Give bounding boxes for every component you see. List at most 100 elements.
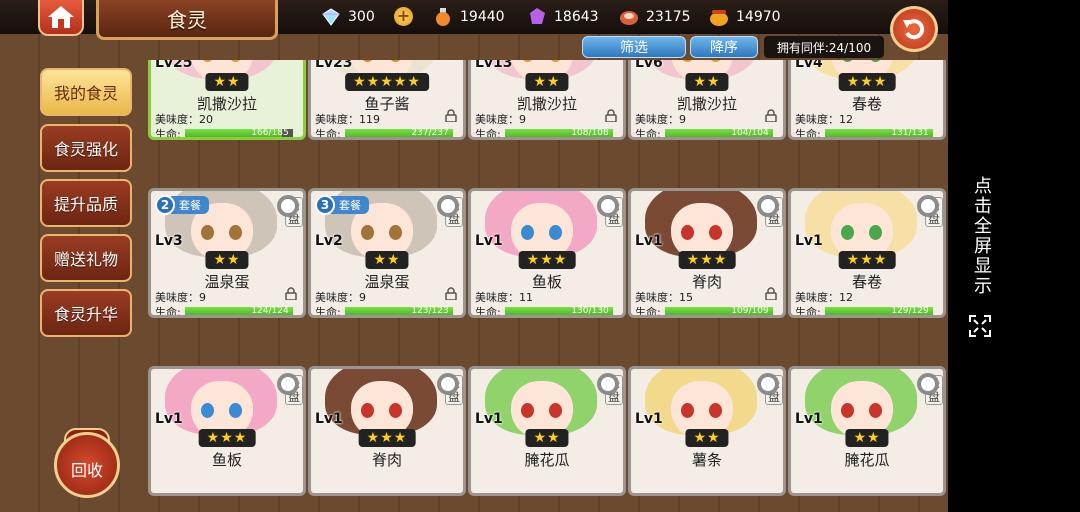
- meat-icon: [620, 11, 638, 25]
- star-rating: ★★★: [518, 251, 576, 269]
- taste-value: 美味度：11: [475, 291, 533, 304]
- hp-bar: 109/109: [664, 305, 773, 316]
- star-rating: ★★: [205, 73, 249, 91]
- hp-bar: 124/124: [184, 305, 293, 316]
- card-level: Lv1: [315, 411, 343, 427]
- food-soul-card[interactable]: 头盘Lv1★★★鱼板: [148, 366, 306, 496]
- card-name: 腌花瓜: [844, 451, 890, 469]
- star-rating: ★★: [685, 429, 729, 447]
- nav-ascend[interactable]: 食灵升华: [40, 289, 132, 337]
- card-level: Lv1: [475, 411, 503, 427]
- home-icon: [48, 6, 74, 28]
- hp-bar: 108/108: [504, 127, 613, 138]
- card-level: Lv1: [635, 233, 663, 249]
- food-soul-card[interactable]: 头盘Lv4★★★春卷美味度：12生命:131/131: [788, 60, 946, 140]
- lock-icon: [605, 109, 617, 122]
- hp-text: 237/237: [411, 127, 449, 138]
- fullscreen-hint[interactable]: 点击全屏显示: [968, 176, 994, 296]
- nav-upgrade-quality[interactable]: 提升品质: [40, 179, 132, 227]
- hp-text: 166/185: [251, 127, 289, 138]
- hp-label: 生命:: [155, 128, 181, 140]
- select-circle[interactable]: [917, 373, 939, 395]
- hp-row: 生命: 130/130: [475, 304, 613, 318]
- nav-gift[interactable]: 赠送礼物: [40, 234, 132, 282]
- food-soul-card[interactable]: 头盘Lv1★★★脊肉: [308, 366, 466, 496]
- nav-my-food-souls[interactable]: 我的食灵: [40, 68, 132, 116]
- taste-value: 美味度：119: [315, 113, 380, 126]
- add-crystal-button[interactable]: +: [394, 7, 413, 26]
- hp-row: 生命: 166/185: [155, 126, 293, 140]
- food-soul-card[interactable]: 头盘2套餐Lv3★★温泉蛋美味度：9生命:124/124: [148, 188, 306, 318]
- hp-label: 生命:: [315, 128, 341, 140]
- hp-bar: 131/131: [824, 128, 933, 137]
- lock-icon: [765, 109, 777, 122]
- select-circle[interactable]: [597, 373, 619, 395]
- hp-label: 生命:: [475, 306, 501, 318]
- food-soul-card[interactable]: 头盘Lv6★★凯撒沙拉美味度：9生命:104/104: [628, 60, 786, 140]
- hp-text: 123/123: [411, 305, 449, 316]
- recycle-button[interactable]: 回收: [54, 432, 120, 498]
- potion-icon: [436, 8, 450, 26]
- taste-value: 美味度：9: [635, 113, 686, 126]
- select-circle[interactable]: [437, 373, 459, 395]
- food-soul-card[interactable]: 头盘Lv25★★凯撒沙拉美味度：20生命:166/185: [148, 60, 306, 140]
- nav-enhance[interactable]: 食灵强化: [40, 124, 132, 172]
- star-rating: ★★: [525, 429, 569, 447]
- hp-row: 生命: 108/108: [475, 126, 613, 138]
- food-soul-card[interactable]: 头盘Lv1★★薯条: [628, 366, 786, 496]
- taste-value: 美味度：9: [315, 291, 366, 304]
- select-circle[interactable]: [917, 195, 939, 217]
- hp-label: 生命:: [635, 128, 661, 140]
- hp-text: 124/124: [251, 305, 289, 316]
- fullscreen-icon[interactable]: [968, 314, 992, 338]
- card-level: Lv4: [795, 60, 823, 71]
- partner-count: 拥有同伴:24/100: [764, 36, 884, 58]
- sort-button[interactable]: 降序: [690, 36, 758, 58]
- card-level: Lv13: [475, 60, 513, 71]
- card-level: Lv1: [635, 411, 663, 427]
- star-rating: ★★★: [358, 429, 416, 447]
- hp-bar: 166/185: [184, 127, 293, 138]
- gem-resource: 18643: [526, 6, 599, 28]
- food-soul-card[interactable]: 头盘3套餐Lv2★★温泉蛋美味度：9生命:123/123: [308, 188, 466, 318]
- hp-text: 108/108: [571, 127, 609, 138]
- potion-resource: 19440: [432, 6, 505, 28]
- hp-row: 生命: 237/237: [315, 126, 453, 140]
- card-name: 脊肉: [371, 451, 402, 469]
- food-soul-card[interactable]: 头盘Lv23★★★★★鱼子酱美味度：119生命:237/237: [308, 60, 466, 140]
- home-button[interactable]: [38, 0, 84, 36]
- food-soul-card[interactable]: 头盘Lv1★★★春卷美味度：12生命:129/129: [788, 188, 946, 318]
- lock-icon: [765, 287, 777, 300]
- food-soul-card[interactable]: 头盘Lv1★★★鱼板美味度：11生命:130/130: [468, 188, 626, 318]
- set-number: 2: [155, 195, 175, 215]
- select-circle[interactable]: [757, 195, 779, 217]
- potion-count: 19440: [460, 9, 505, 25]
- select-circle[interactable]: [597, 195, 619, 217]
- hp-text: 109/109: [731, 305, 769, 316]
- filter-button[interactable]: 筛选: [582, 36, 686, 58]
- select-circle[interactable]: [277, 373, 299, 395]
- select-circle[interactable]: [277, 195, 299, 217]
- back-arrow-icon: [903, 19, 925, 40]
- set-badge: 2 套餐: [155, 195, 209, 215]
- food-soul-grid: 头盘Lv25★★凯撒沙拉美味度：20生命:166/185头盘Lv23★★★★★鱼…: [148, 60, 948, 512]
- food-soul-card[interactable]: 头盘Lv1★★腌花瓜: [788, 366, 946, 496]
- food-soul-card[interactable]: 头盘Lv1★★腌花瓜: [468, 366, 626, 496]
- set-label: 套餐: [171, 196, 209, 214]
- star-rating: ★★: [525, 73, 569, 91]
- back-button[interactable]: [890, 6, 938, 52]
- set-label: 套餐: [331, 196, 369, 214]
- hp-text: 130/130: [571, 305, 609, 316]
- card-level: Lv1: [795, 411, 823, 427]
- star-rating: ★★★: [678, 251, 736, 269]
- star-rating: ★★★★★: [345, 73, 429, 91]
- card-level: Lv23: [315, 60, 353, 71]
- hp-row: 生命: 124/124: [155, 304, 293, 316]
- taste-value: 美味度：12: [795, 291, 853, 304]
- food-soul-card[interactable]: 头盘Lv13★★凯撒沙拉美味度：9生命:108/108: [468, 60, 626, 140]
- select-circle[interactable]: [437, 195, 459, 217]
- honey-resource: 14970: [708, 6, 781, 28]
- food-soul-card[interactable]: 头盘Lv1★★★脊肉美味度：15生命:109/109: [628, 188, 786, 318]
- select-circle[interactable]: [757, 373, 779, 395]
- card-name: 腌花瓜: [524, 451, 570, 469]
